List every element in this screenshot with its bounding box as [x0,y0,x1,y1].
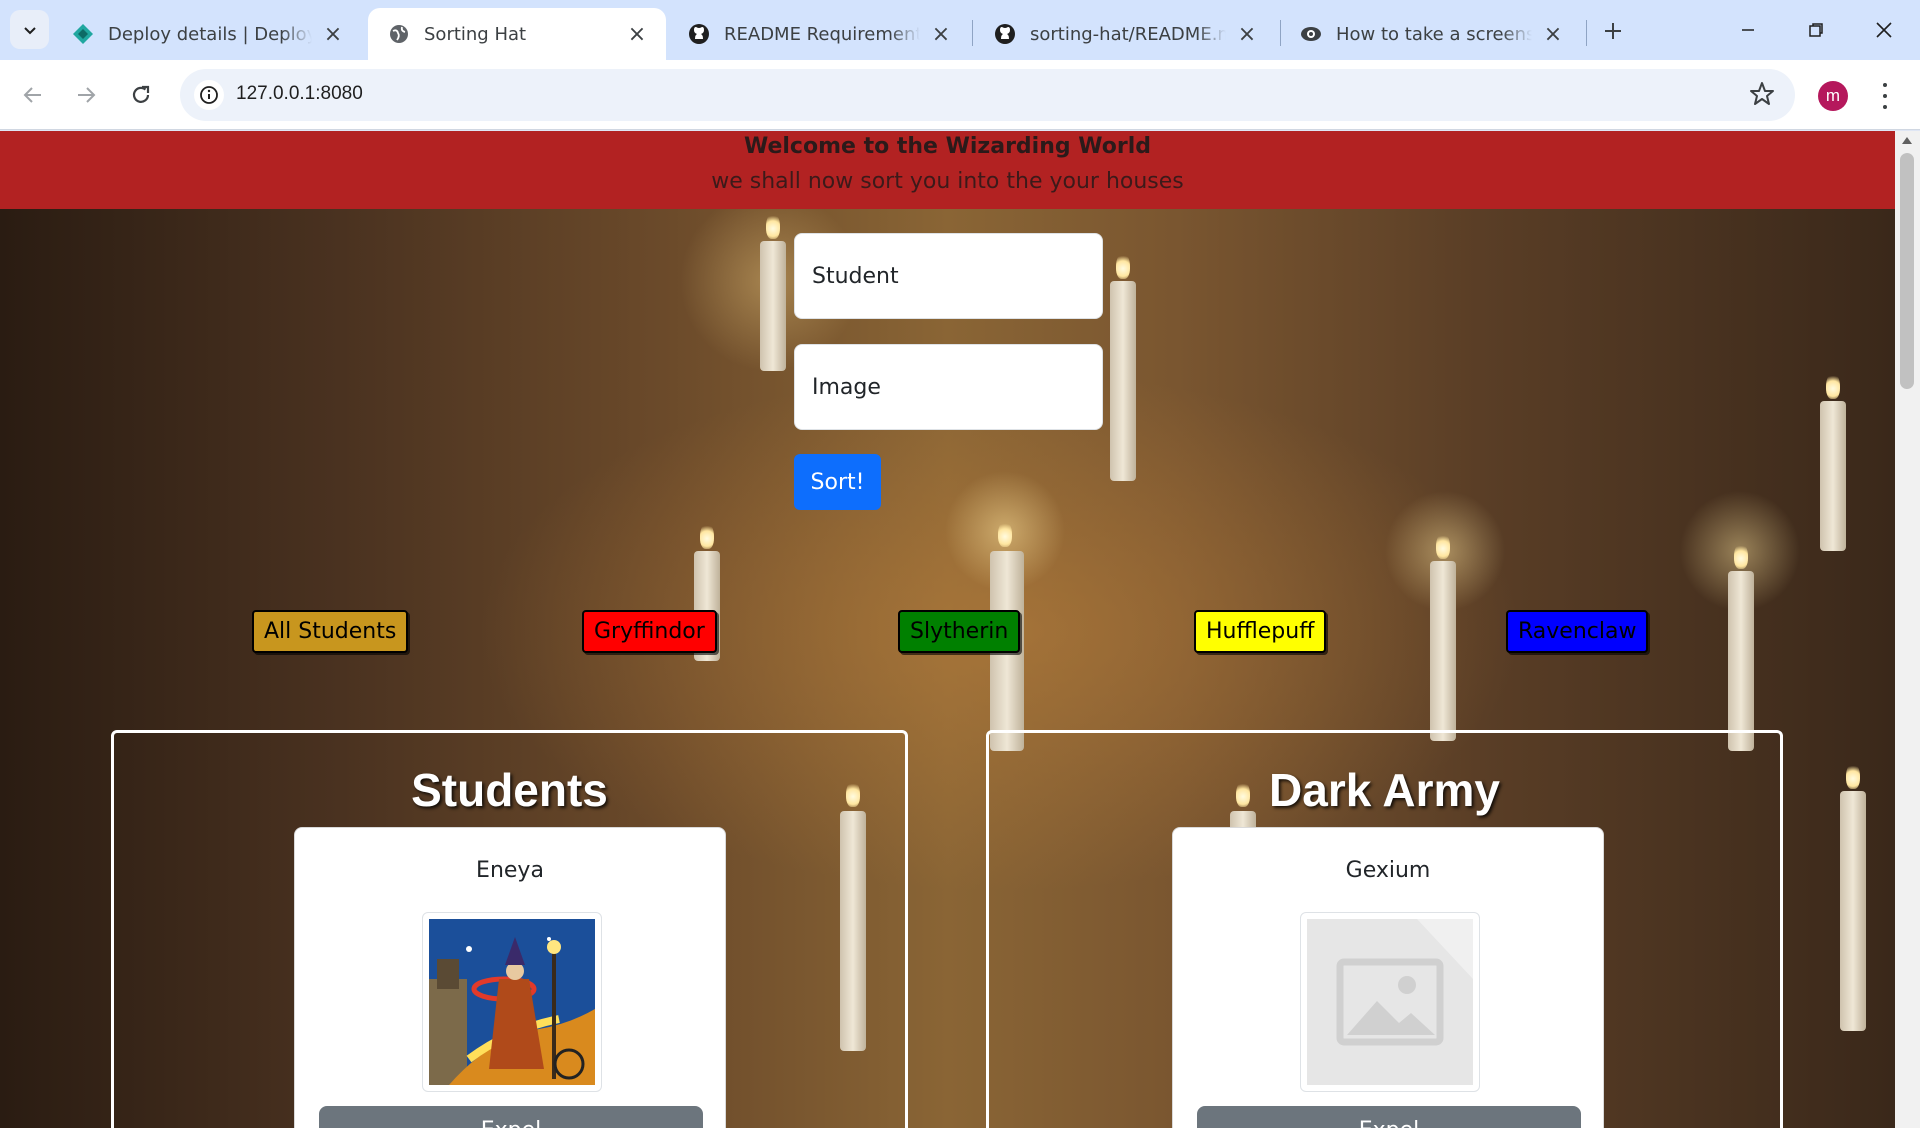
close-icon[interactable]: × [1236,22,1258,47]
tab-search-button[interactable] [10,10,49,49]
page-subtitle: we shall now sort you into the your hous… [711,169,1184,194]
arrow-left-icon [23,87,41,103]
students-title: Students [411,764,608,816]
dark-army-card: Gexium Expel [1172,827,1604,1128]
plus-icon [1605,23,1621,39]
chevron-down-icon [23,26,36,34]
github-icon [688,23,710,45]
eye-icon [1300,23,1322,45]
student-name: Eneya [476,858,544,883]
dark-army-member-image [1300,912,1480,1092]
github-icon [994,23,1016,45]
page-scrollbar[interactable] [1895,131,1920,1128]
expel-button[interactable]: Expel [1197,1106,1581,1128]
filter-gryffindor-button[interactable]: Gryffindor [582,610,717,653]
browser-menu-icon[interactable] [1870,80,1900,112]
window-close-button[interactable] [1854,10,1914,50]
tab-deploy-details[interactable]: Deploy details | Deploys | × [52,8,362,60]
student-input-placeholder: Student [812,263,899,289]
dark-army-member-name: Gexium [1345,858,1431,883]
filter-hufflepuff-button[interactable]: Hufflepuff [1194,610,1327,653]
student-card: Eneya Expel [294,827,726,1128]
reload-icon [132,85,150,103]
tab-title: How to take a screenshot [1336,23,1532,45]
back-button[interactable] [13,75,53,115]
site-info-icon[interactable] [194,80,224,110]
address-text[interactable]: 127.0.0.1:8080 [236,83,363,105]
close-icon [1876,22,1892,38]
minimize-button[interactable] [1718,10,1778,50]
scrollbar-thumb[interactable] [1900,153,1914,389]
close-icon[interactable]: × [1542,22,1564,47]
student-image [422,912,602,1092]
forward-button[interactable] [66,75,106,115]
filter-ravenclaw-button[interactable]: Ravenclaw [1506,610,1649,653]
minimize-icon [1742,29,1754,31]
welcome-banner: Welcome to the Wizarding World we shall … [0,131,1895,209]
address-bar[interactable]: 127.0.0.1:8080 [180,69,1795,121]
page-viewport: Welcome to the Wizarding World we shall … [0,131,1895,1128]
filter-all-students-button[interactable]: All Students [252,610,409,653]
dark-army-title: Dark Army [1269,764,1500,816]
student-image-input[interactable]: Image [794,344,1103,430]
tab-readme-requirements[interactable]: README Requirements · × [668,8,970,60]
student-name-input[interactable]: Student [794,233,1103,319]
browser-toolbar: 127.0.0.1:8080 m [0,60,1920,130]
tab-separator [972,20,973,46]
tab-title: sorting-hat/README.md [1030,23,1226,45]
students-panel: Students Eneya [111,730,908,1128]
reload-button[interactable] [121,75,161,115]
netlify-icon [72,23,94,45]
wizard-painting [429,919,595,1085]
profile-avatar[interactable]: m [1818,81,1848,111]
sort-button[interactable]: Sort! [794,454,881,510]
bookmark-star-icon[interactable] [1749,81,1775,111]
close-icon[interactable]: × [626,22,648,47]
close-icon[interactable]: × [930,22,952,47]
scroll-up-icon[interactable] [1902,137,1912,144]
tab-title: Deploy details | Deploys | [108,23,312,45]
new-tab-button[interactable] [1596,14,1630,48]
globe-icon [388,23,410,45]
tab-separator [1586,20,1587,46]
page-title: Welcome to the Wizarding World [743,134,1152,159]
arrow-right-icon [78,87,96,103]
close-icon[interactable]: × [322,22,344,47]
tab-strip: Deploy details | Deploys | × Sorting Hat… [0,0,1920,60]
restore-icon [1809,23,1823,37]
tab-screenshot-guide[interactable]: How to take a screenshot × [1280,8,1582,60]
image-placeholder-icon [1307,919,1473,1085]
dark-army-panel: Dark Army Gexium Expel [986,730,1783,1128]
tab-title: Sorting Hat [424,23,527,45]
image-input-placeholder: Image [812,374,881,400]
tab-sorting-hat-readme[interactable]: sorting-hat/README.md × [974,8,1276,60]
restore-button[interactable] [1786,10,1846,50]
filter-slytherin-button[interactable]: Slytherin [898,610,1021,653]
expel-button[interactable]: Expel [319,1106,703,1128]
tab-sorting-hat[interactable]: Sorting Hat × [368,8,666,60]
tab-title: README Requirements · [724,23,920,45]
